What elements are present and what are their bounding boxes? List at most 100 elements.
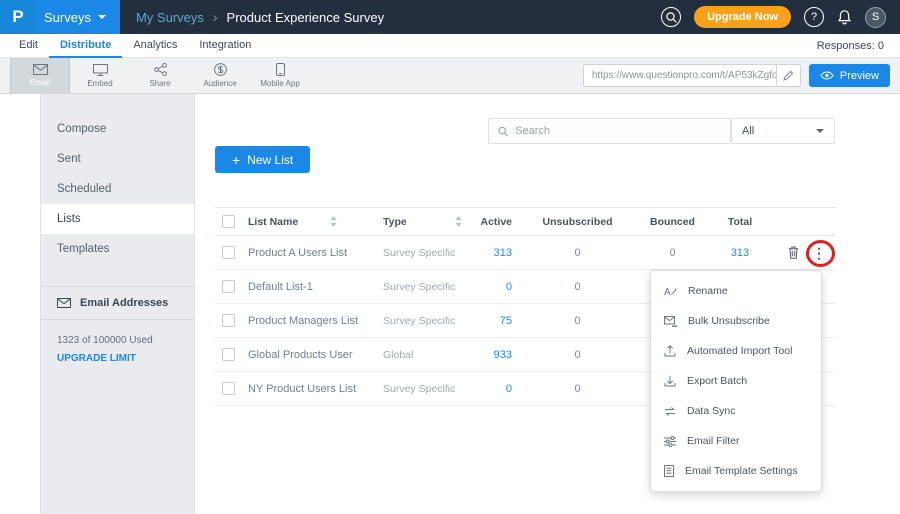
surveys-menu-button[interactable]: Surveys (36, 0, 120, 34)
select-all-checkbox[interactable] (222, 215, 235, 228)
list-name-link[interactable]: Product Managers List (240, 315, 370, 327)
active-count[interactable]: 75 (465, 315, 520, 327)
breadcrumb: My Surveys › Product Experience Survey (136, 9, 384, 25)
bounced-count: 0 (635, 247, 710, 259)
bell-icon (837, 9, 852, 25)
survey-url-input[interactable]: https://www.questionpro.com/t/AP53kZgfo (584, 70, 776, 81)
page-title: Product Experience Survey (227, 10, 385, 25)
tab-distribute[interactable]: Distribute (49, 34, 122, 58)
sidebar-item-lists[interactable]: Lists (41, 204, 194, 234)
breadcrumb-separator: › (213, 9, 218, 25)
topbar-actions: Upgrade Now ? S (661, 6, 900, 28)
app-logo[interactable]: P (0, 0, 36, 34)
active-count[interactable]: 313 (465, 247, 520, 259)
active-count[interactable]: 0 (465, 281, 520, 293)
menu-item-label: Email Template Settings (685, 465, 797, 477)
unsubscribed-count: 0 (520, 349, 635, 361)
envelope-icon (57, 298, 71, 308)
active-count[interactable]: 0 (465, 383, 520, 395)
edit-url-button[interactable] (776, 64, 800, 87)
sidebar-item-templates[interactable]: Templates (41, 234, 194, 264)
channel-share[interactable]: Share (130, 58, 190, 94)
channel-embed[interactable]: Embed (70, 58, 130, 94)
col-header-bounced: Bounced (635, 216, 710, 228)
survey-url-box: https://www.questionpro.com/t/AP53kZgfo (583, 64, 801, 87)
list-name-link[interactable]: Global Products User (240, 349, 370, 361)
unsubscribed-count: 0 (520, 383, 635, 395)
embed-icon (93, 64, 108, 76)
channel-mobile-app[interactable]: Mobile App (250, 58, 310, 94)
email-usage-text: 1323 of 100000 Used (41, 320, 194, 346)
list-type: Survey Specific (370, 247, 465, 259)
sort-icon[interactable] (330, 216, 337, 227)
channel-email[interactable]: Email (10, 58, 70, 94)
list-name-link[interactable]: Default List-1 (240, 281, 370, 293)
row-checkbox[interactable] (222, 382, 235, 395)
notifications-button[interactable] (837, 9, 852, 25)
upgrade-now-button[interactable]: Upgrade Now (694, 6, 791, 28)
pencil-icon (783, 70, 794, 81)
trash-icon (788, 246, 799, 259)
row-checkbox[interactable] (222, 348, 235, 361)
channel-email-label: Email (30, 78, 50, 87)
avatar[interactable]: S (865, 7, 886, 28)
list-type: Survey Specific (370, 315, 465, 327)
new-list-button[interactable]: + New List (215, 146, 310, 173)
sidebar-item-sent[interactable]: Sent (41, 144, 194, 174)
list-name-link[interactable]: Product A Users List (240, 247, 370, 259)
audience-icon (214, 63, 227, 76)
tab-analytics[interactable]: Analytics (122, 34, 188, 58)
list-filter-dropdown[interactable]: All (731, 118, 835, 144)
email-addresses-title: Email Addresses (80, 297, 168, 309)
total-count[interactable]: 313 (710, 247, 770, 259)
sort-icon[interactable] (455, 216, 462, 227)
channel-audience[interactable]: Audience (190, 58, 250, 94)
delete-list-button[interactable] (788, 246, 799, 259)
avatar-initial: S (872, 11, 879, 23)
list-type: Survey Specific (370, 281, 465, 293)
distribute-toolbar: Email Embed Share Audience Mobile App ht… (0, 58, 900, 94)
tab-edit[interactable]: Edit (8, 34, 49, 58)
sidebar-item-scheduled[interactable]: Scheduled (41, 174, 194, 204)
menu-item-label: Bulk Unsubscribe (688, 315, 770, 327)
channel-embed-label: Embed (87, 79, 112, 88)
menu-item-rename[interactable]: A Rename (651, 276, 821, 306)
table-header-row: List Name Type Active Unsubscribed Bounc… (215, 207, 835, 236)
menu-item-automated-import-tool[interactable]: Automated Import Tool (651, 336, 821, 366)
upgrade-limit-link[interactable]: UPGRADE LIMIT (41, 346, 194, 371)
menu-item-export-batch[interactable]: Export Batch (651, 366, 821, 396)
tab-integration[interactable]: Integration (188, 34, 262, 58)
unsubscribed-count: 0 (520, 247, 635, 259)
preview-label: Preview (840, 70, 879, 82)
menu-item-bulk-unsubscribe[interactable]: Bulk Unsubscribe (651, 306, 821, 336)
responses-count: Responses: 0 (817, 40, 892, 52)
list-search-input[interactable] (515, 125, 721, 137)
preview-button[interactable]: Preview (809, 64, 890, 87)
search-button[interactable] (661, 7, 681, 27)
channel-mobile-label: Mobile App (260, 79, 300, 88)
row-checkbox[interactable] (222, 246, 235, 259)
list-search-box (488, 118, 731, 144)
menu-item-label: Automated Import Tool (687, 345, 792, 357)
rename-icon: A (664, 285, 677, 297)
help-button[interactable]: ? (804, 7, 824, 27)
list-type: Global (370, 349, 465, 361)
breadcrumb-my-surveys[interactable]: My Surveys (136, 10, 204, 25)
lists-sidebar: Compose Sent Scheduled Lists Templates E… (40, 94, 195, 514)
channel-audience-label: Audience (203, 79, 236, 88)
row-menu-button[interactable]: ⋮ (812, 246, 826, 260)
col-header-total: Total (710, 216, 770, 228)
menu-item-data-sync[interactable]: Data Sync (651, 396, 821, 426)
plus-icon: + (232, 152, 240, 168)
row-checkbox[interactable] (222, 280, 235, 293)
section-tabs: Edit Distribute Analytics Integration Re… (0, 34, 900, 58)
email-addresses-header: Email Addresses (41, 286, 194, 320)
sidebar-item-compose[interactable]: Compose (41, 114, 194, 144)
active-count[interactable]: 933 (465, 349, 520, 361)
menu-item-email-template-settings[interactable]: Email Template Settings (651, 456, 821, 486)
list-name-link[interactable]: NY Product Users List (240, 383, 370, 395)
email-filter-icon (664, 436, 676, 447)
row-checkbox[interactable] (222, 314, 235, 327)
eye-icon (820, 71, 834, 80)
menu-item-email-filter[interactable]: Email Filter (651, 426, 821, 456)
